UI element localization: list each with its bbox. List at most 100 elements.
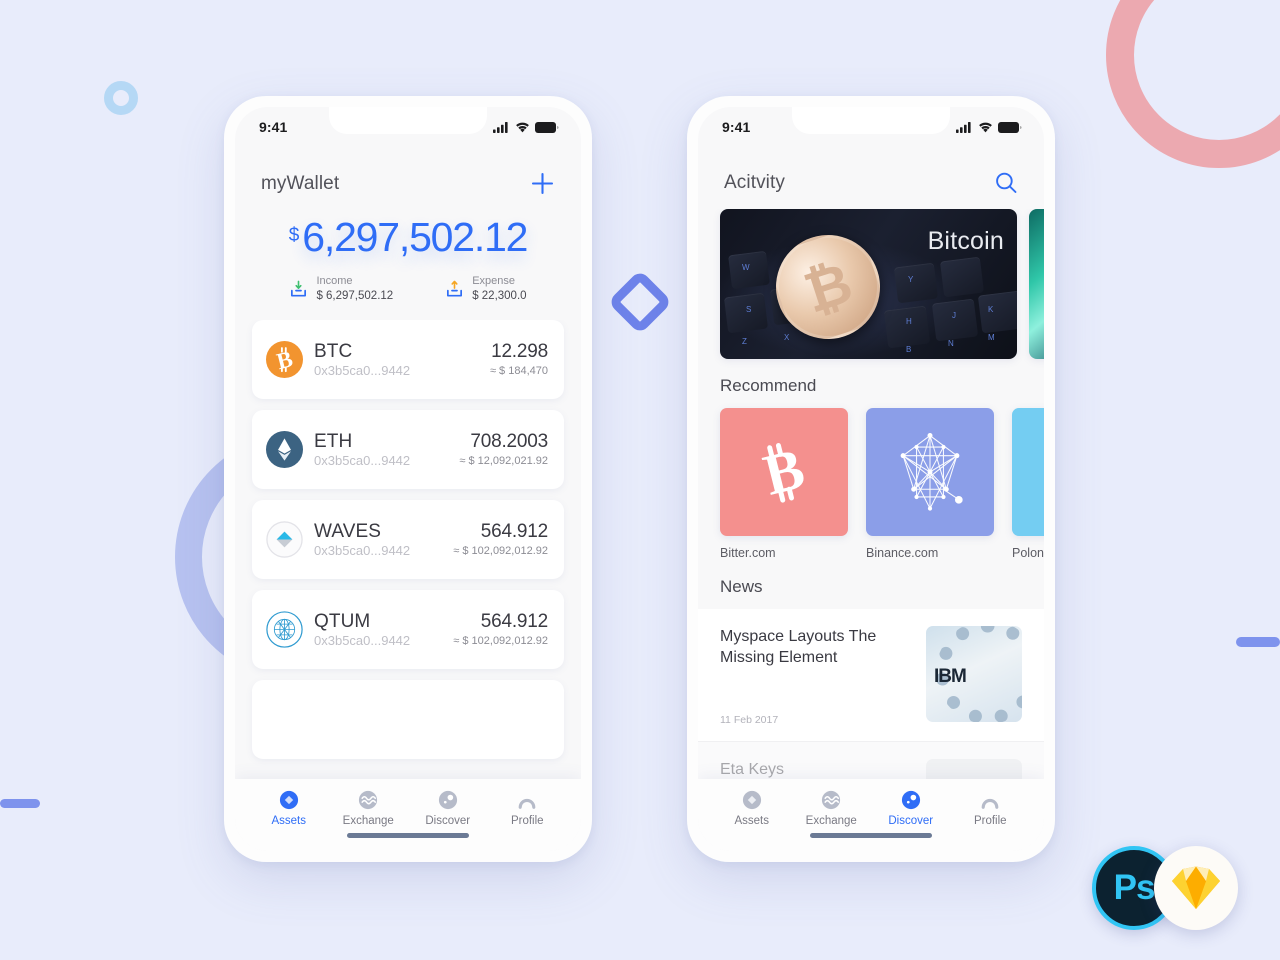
coin-values: 564.912 ≈ $ 102,092,012.92 xyxy=(453,611,548,648)
phone-mockup-wallet: 9:41 myWallet $ 6,297,502.12 Income $ 6,… xyxy=(224,96,592,862)
search-button[interactable] xyxy=(994,171,1018,195)
coin-symbol: QTUM xyxy=(314,610,371,632)
search-icon xyxy=(996,172,1017,193)
status-time: 9:41 xyxy=(722,119,751,135)
avatar-photo xyxy=(926,759,1022,779)
news-title: Myspace Layouts The Missing Element xyxy=(720,628,877,667)
keyboard-key xyxy=(893,262,939,304)
home-indicator[interactable] xyxy=(347,833,469,838)
tab-label: Profile xyxy=(973,815,1007,827)
list-item[interactable]: Eta Keys xyxy=(698,742,1044,779)
reco-label: Polone xyxy=(1012,546,1044,560)
home-indicator[interactable] xyxy=(810,833,932,838)
tab-profile[interactable]: Profile xyxy=(951,790,1031,827)
assets-diamond-icon xyxy=(279,790,298,810)
tab-assets[interactable]: Assets xyxy=(249,790,329,827)
teal-photo-background xyxy=(1029,209,1044,359)
asset-list[interactable]: B BTC 0x3b5ca0...9442 12.298 ≈ $ 184,470 xyxy=(235,320,581,779)
profile-person-icon xyxy=(518,798,536,809)
wallet-screen: 9:41 myWallet $ 6,297,502.12 Income $ 6,… xyxy=(235,107,581,851)
coin-amount: 564.912 xyxy=(480,521,548,543)
coin-symbol: BTC xyxy=(314,340,353,362)
add-wallet-button[interactable] xyxy=(530,171,555,196)
sketch-diamond-icon xyxy=(1172,866,1220,909)
coin-meta: QTUM 0x3b5ca0...9442 xyxy=(314,611,453,650)
table-row-partial[interactable] xyxy=(252,680,564,760)
news-text: Myspace Layouts The Missing Element 11 F… xyxy=(720,626,914,726)
right-pill-bar-decoration xyxy=(1236,637,1280,647)
coin-address: 0x3b5ca0...9442 xyxy=(314,542,411,558)
device-notch xyxy=(792,107,950,134)
table-row[interactable]: ETH 0x3b5ca0...9442 708.2003 ≈ $ 12,092,… xyxy=(252,410,564,490)
banner-bitcoin[interactable]: W S Z X Y H J K B N M ₿ Bitcoin xyxy=(720,209,1017,359)
waves-coin-icon xyxy=(266,521,303,559)
binance-tile[interactable] xyxy=(866,408,994,536)
news-thumbnail: IBM xyxy=(926,626,1022,722)
news-thumbnail xyxy=(926,759,1022,779)
recommend-list[interactable]: B Bitter.com Binance.com Polon xyxy=(698,408,1044,560)
list-item[interactable]: B Bitter.com xyxy=(720,408,848,560)
battery-icon xyxy=(998,121,1022,133)
eth-coin-icon xyxy=(266,431,303,469)
news-section-title: News xyxy=(720,577,763,596)
tab-discover[interactable]: Discover xyxy=(871,790,951,827)
plus-icon xyxy=(531,172,554,195)
banner-teal[interactable] xyxy=(1029,209,1044,359)
income-summary[interactable]: Income $ 6,297,502.12 xyxy=(289,274,393,304)
coin-amount: 708.2003 xyxy=(470,431,548,453)
tool-badges: Ps xyxy=(1092,846,1242,930)
sky-ring-decoration xyxy=(104,81,138,115)
bitcoin-b-icon: B xyxy=(757,437,810,507)
keyboard-key xyxy=(977,290,1017,334)
expense-value: $ 22,300.0 xyxy=(472,289,527,302)
banner-carousel[interactable]: W S Z X Y H J K B N M ₿ Bitcoin xyxy=(698,209,1044,359)
status-time: 9:41 xyxy=(259,119,288,135)
activity-scroll-area[interactable]: W S Z X Y H J K B N M ₿ Bitcoin Recommen… xyxy=(698,209,1044,779)
tab-exchange[interactable]: Exchange xyxy=(329,790,409,827)
coin-usd-value: ≈ $ 184,470 xyxy=(489,365,548,378)
bottom-tab-bar: Assets Exchange Discover Profile xyxy=(698,779,1044,833)
profile-person-icon xyxy=(981,798,999,809)
tab-discover[interactable]: Discover xyxy=(408,790,488,827)
list-item[interactable]: Myspace Layouts The Missing Element 11 F… xyxy=(698,609,1044,742)
diamond-outline-decoration xyxy=(607,269,673,335)
tab-label: Profile xyxy=(510,815,544,827)
btc-coin-icon: B xyxy=(266,341,303,379)
cellular-signal-icon xyxy=(493,121,508,133)
left-pill-bar-decoration xyxy=(0,799,40,808)
qtum-coin-icon xyxy=(266,611,303,649)
tab-profile[interactable]: Profile xyxy=(488,790,568,827)
sketch-badge xyxy=(1154,846,1238,930)
expense-summary[interactable]: Expense $ 22,300.0 xyxy=(445,274,527,304)
coin-usd-value: ≈ $ 12,092,021.92 xyxy=(459,455,548,468)
coin-address: 0x3b5ca0...9442 xyxy=(314,452,411,468)
list-item[interactable]: Binance.com xyxy=(866,408,994,560)
coin-usd-value: ≈ $ 102,092,012.92 xyxy=(453,545,548,558)
table-row[interactable]: WAVES 0x3b5ca0...9442 564.912 ≈ $ 102,09… xyxy=(252,500,564,580)
news-date: 11 Feb 2017 xyxy=(720,714,779,726)
table-row[interactable]: QTUM 0x3b5ca0...9442 564.912 ≈ $ 102,092… xyxy=(252,590,564,670)
list-item[interactable]: Polone xyxy=(1012,408,1044,560)
tab-exchange[interactable]: Exchange xyxy=(792,790,872,827)
ibm-logo-text: IBM xyxy=(934,666,967,687)
background-decorations xyxy=(0,0,1280,960)
currency-symbol: $ xyxy=(288,225,300,246)
tab-label: Exchange xyxy=(805,815,857,827)
balance-section: $ 6,297,502.12 Income $ 6,297,502.12 Exp… xyxy=(235,210,581,304)
bitter-tile[interactable]: B xyxy=(720,408,848,536)
coin-amount: 12.298 xyxy=(491,341,548,363)
home-indicator-bar xyxy=(235,833,581,851)
expense-arrow-up-icon xyxy=(447,280,463,297)
poloniex-tile[interactable] xyxy=(1012,408,1044,536)
discover-compass-icon xyxy=(901,790,920,810)
phone-mockup-activity: 9:41 Acitvity W S Z X Y H J K B N M ₿ Bi… xyxy=(687,96,1055,862)
keyboard-key xyxy=(939,256,985,298)
bottom-tab-bar: Assets Exchange Discover Profile xyxy=(235,779,581,833)
news-text: Eta Keys xyxy=(720,759,914,779)
page-title: Acitvity xyxy=(724,172,785,193)
tab-label: Discover xyxy=(888,815,934,827)
exchange-waves-icon xyxy=(359,790,378,810)
device-notch xyxy=(329,107,487,134)
tab-assets[interactable]: Assets xyxy=(712,790,792,827)
table-row[interactable]: B BTC 0x3b5ca0...9442 12.298 ≈ $ 184,470 xyxy=(252,320,564,400)
